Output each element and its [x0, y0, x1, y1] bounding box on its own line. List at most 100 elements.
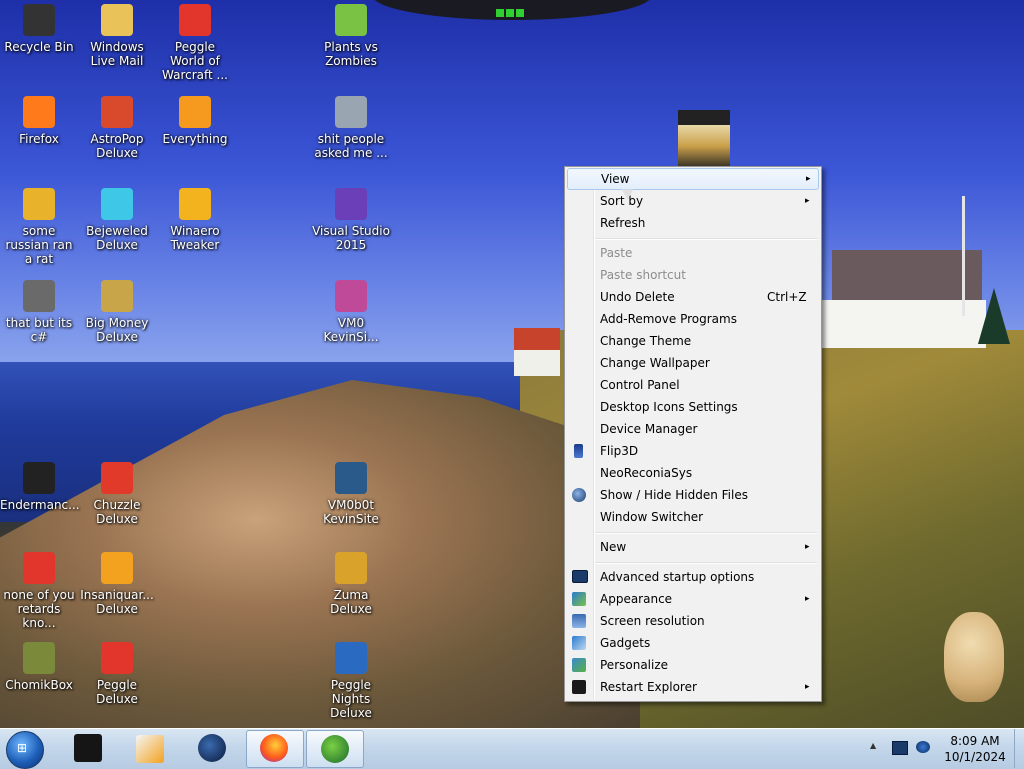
menu-item-label: Window Switcher [600, 510, 704, 524]
wallpaper-lighthouse [678, 110, 730, 170]
desktop-icon[interactable]: VM0 KevinSi... [312, 280, 390, 344]
menu-item-label: Appearance [600, 592, 673, 606]
magnifier-icon [179, 96, 211, 128]
taskbar-firefox[interactable] [246, 730, 304, 768]
desktop-icon[interactable]: Peggle Nights Deluxe [312, 642, 390, 720]
taskbar-app-1[interactable] [62, 730, 118, 766]
menu-item-change-theme[interactable]: Change Theme [567, 330, 817, 352]
desktop-icon[interactable]: ChomikBox [0, 642, 78, 692]
desktop-icon-label: Endermanc... [0, 498, 80, 512]
menu-item-screen-resolution[interactable]: Screen resolution [567, 610, 817, 632]
desktop-icon[interactable]: Windows Live Mail [78, 4, 156, 68]
wallpaper-flagpole [962, 196, 965, 316]
desktop-icon-label: Peggle Nights Deluxe [330, 678, 372, 720]
menu-item-change-wallpaper[interactable]: Change Wallpaper [567, 352, 817, 374]
menu-item-personalize[interactable]: Personalize [567, 654, 817, 676]
stack-icon [23, 280, 55, 312]
menu-item-neoreconiasys[interactable]: NeoReconiaSys [567, 462, 817, 484]
menu-item-add-remove-programs[interactable]: Add-Remove Programs [567, 308, 817, 330]
desktop-icon-label: Bejeweled Deluxe [86, 224, 148, 252]
menu-item-desktop-icons-settings[interactable]: Desktop Icons Settings [567, 396, 817, 418]
desktop-icon-label: Winaero Tweaker [170, 224, 220, 252]
desktop-icon[interactable]: Visual Studio 2015 [312, 188, 390, 252]
desktop-icon[interactable]: some russian ran a rat [0, 188, 78, 266]
menu-separator [595, 532, 817, 534]
menu-item-gadgets[interactable]: Gadgets [567, 632, 817, 654]
desktop-icon[interactable]: Big Money Deluxe [78, 280, 156, 344]
firefox-icon [260, 734, 288, 762]
network-icon[interactable] [892, 741, 908, 755]
menu-item-label: Change Wallpaper [600, 356, 710, 370]
desktop-icon[interactable]: Recycle Bin [0, 4, 78, 54]
desktop-icon-label: Everything [162, 132, 228, 146]
menu-item-sort-by[interactable]: Sort by ▸ [567, 190, 817, 212]
menu-item-label: NeoReconiaSys [600, 466, 693, 480]
menu-item-control-panel[interactable]: Control Panel [567, 374, 817, 396]
peggle-icon [179, 4, 211, 36]
menu-item-appearance[interactable]: Appearance ▸ [567, 588, 817, 610]
plants-icon [335, 4, 367, 36]
menu-item-label: Screen resolution [600, 614, 705, 628]
visual-studio-icon [335, 188, 367, 220]
taskbar-app-2[interactable] [122, 730, 178, 766]
menu-item-label: Refresh [600, 216, 646, 230]
menu-item-paste: Paste [567, 242, 817, 264]
desktop-icon[interactable]: none of you retards kno... [0, 552, 78, 630]
taskbar-download-manager[interactable] [306, 730, 364, 768]
desktop-icon[interactable]: VM0b0t KevinSite [312, 462, 390, 526]
de-icon [23, 188, 55, 220]
peggle-nights-icon [335, 642, 367, 674]
desktop-icon[interactable]: Winaero Tweaker [156, 188, 234, 252]
desktop-icon-label: Zuma Deluxe [330, 588, 372, 616]
desktop-icon[interactable]: Firefox [0, 96, 78, 146]
submenu-arrow-icon: ▸ [805, 682, 810, 692]
desktop-icon[interactable]: Bejeweled Deluxe [78, 188, 156, 252]
desktop-icon-label: Peggle World of Warcraft ... [162, 40, 228, 82]
desktop-icon[interactable]: Insaniquar... Deluxe [78, 552, 156, 616]
hamster-gadget[interactable] [944, 612, 1004, 702]
insaniquarium-icon [101, 552, 133, 584]
menu-item-restart-explorer[interactable]: Restart Explorer ▸ [567, 676, 817, 698]
menu-item-undo-delete[interactable]: Undo Delete Ctrl+Z [567, 286, 817, 308]
menu-item-refresh[interactable]: Refresh [567, 212, 817, 234]
desktop-icon[interactable]: Peggle Deluxe [78, 642, 156, 706]
volume-icon[interactable] [916, 741, 930, 753]
desktop-icon[interactable]: Plants vs Zombies [312, 4, 390, 68]
menu-item-window-switcher[interactable]: Window Switcher [567, 506, 817, 528]
desktop-icon[interactable]: AstroPop Deluxe [78, 96, 156, 160]
tray-expand-icon[interactable]: ▲ [870, 741, 884, 753]
top-gadget-indicator [496, 6, 526, 17]
submenu-arrow-icon: ▸ [805, 594, 810, 604]
desktop-icon-label: Plants vs Zombies [324, 40, 378, 68]
desktop-icon[interactable]: Zuma Deluxe [312, 552, 390, 616]
menu-item-advanced-startup-options[interactable]: Advanced startup options [567, 566, 817, 588]
desktop-icon[interactable]: that but its c# [0, 280, 78, 344]
desktop-icon[interactable]: Chuzzle Deluxe [78, 462, 156, 526]
menu-item-label: Paste shortcut [600, 268, 686, 282]
menu-item-label: Device Manager [600, 422, 698, 436]
desktop-icon-label: Peggle Deluxe [96, 678, 138, 706]
desktop-icon[interactable]: Everything [156, 96, 234, 146]
menu-item-flip3d[interactable]: Flip3D [567, 440, 817, 462]
menu-item-view[interactable]: View ▸ [567, 168, 819, 190]
menu-item-device-manager[interactable]: Device Manager [567, 418, 817, 440]
file-icon [335, 96, 367, 128]
desktop-icon[interactable]: Peggle World of Warcraft ... [156, 4, 234, 82]
menu-item-shortcut: Ctrl+Z [767, 290, 807, 304]
taskbar-app-3[interactable] [184, 730, 240, 766]
clock-date: 10/1/2024 [944, 750, 1006, 764]
menu-item-label: Control Panel [600, 378, 680, 392]
vm-bot-icon [335, 462, 367, 494]
tray-clock[interactable]: 8:09 AM 10/1/2024 [940, 733, 1010, 765]
desktop-icon-label: ChomikBox [5, 678, 73, 692]
desktop-icon[interactable]: shit people asked me ... [312, 96, 390, 160]
menu-item-show-hide-hidden-files[interactable]: Show / Hide Hidden Files [567, 484, 817, 506]
submenu-arrow-icon: ▸ [806, 174, 811, 184]
show-desktop-button[interactable] [1014, 729, 1024, 768]
monitor-icon [572, 570, 588, 583]
desktop-icon[interactable]: Endermanc... [0, 462, 80, 512]
media-player-icon [136, 735, 164, 763]
menu-item-new[interactable]: New ▸ [567, 536, 817, 558]
menu-separator [595, 562, 817, 564]
globe-icon [572, 488, 586, 502]
